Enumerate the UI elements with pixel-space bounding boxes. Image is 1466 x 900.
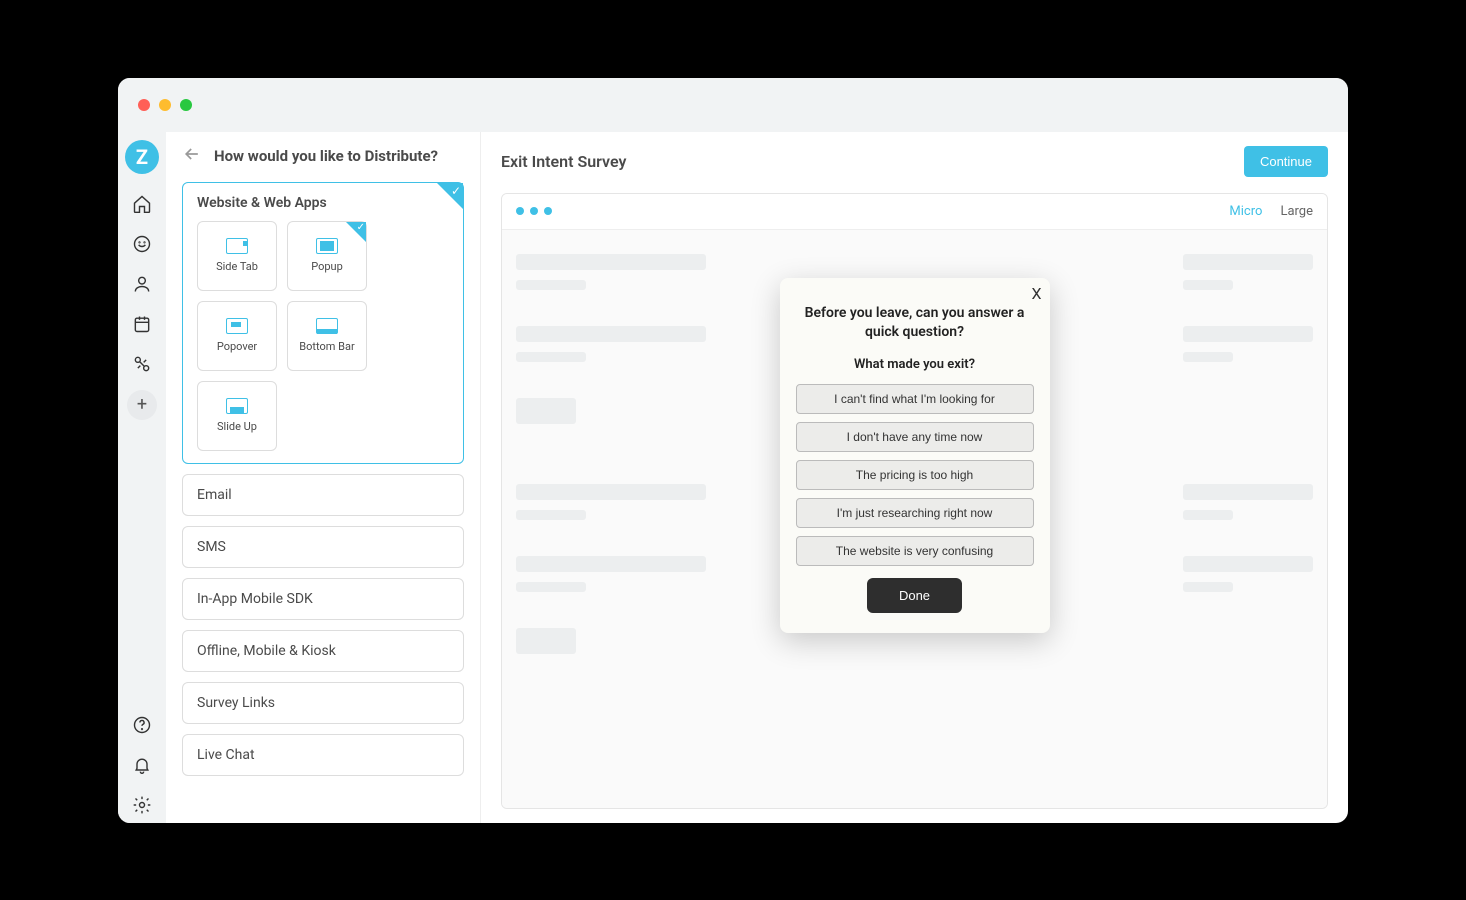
- channel-sms[interactable]: SMS: [182, 526, 464, 568]
- workflow-icon: [132, 354, 152, 374]
- survey-option[interactable]: The pricing is too high: [796, 460, 1034, 490]
- tile-popover[interactable]: Popover: [197, 301, 277, 371]
- survey-option[interactable]: The website is very confusing: [796, 536, 1034, 566]
- tile-label: Popup: [311, 260, 343, 273]
- preview-panel: Exit Intent Survey Continue Micro Large: [481, 132, 1348, 823]
- popup-icon: [316, 238, 338, 254]
- close-button[interactable]: X: [1031, 284, 1041, 303]
- user-icon: [132, 274, 152, 294]
- preview-frame: Micro Large: [501, 193, 1328, 809]
- survey-question: What made you exit?: [796, 357, 1034, 372]
- window-maximize-icon[interactable]: [180, 99, 192, 111]
- tile-label: Side Tab: [216, 260, 258, 273]
- survey-name: Exit Intent Survey: [501, 152, 626, 171]
- channel-links[interactable]: Survey Links: [182, 682, 464, 724]
- channel-label: In-App Mobile SDK: [197, 591, 313, 607]
- distribute-panel: How would you like to Distribute? ✓ Webs…: [166, 132, 481, 823]
- window-minimize-icon[interactable]: [159, 99, 171, 111]
- add-button[interactable]: +: [127, 390, 157, 420]
- slideup-icon: [226, 398, 248, 414]
- back-button[interactable]: [182, 144, 202, 168]
- survey-heading: Before you leave, can you answer a quick…: [804, 304, 1026, 343]
- channel-label: Website & Web Apps: [197, 195, 449, 211]
- channel-label: SMS: [197, 539, 226, 555]
- popover-icon: [226, 318, 248, 334]
- nav-calendar[interactable]: [124, 306, 160, 342]
- gear-icon: [132, 795, 152, 815]
- check-icon: ✓: [357, 222, 365, 233]
- home-icon: [132, 194, 152, 214]
- channel-offline[interactable]: Offline, Mobile & Kiosk: [182, 630, 464, 672]
- nav-integrations[interactable]: [124, 346, 160, 382]
- tile-popup[interactable]: ✓ Popup: [287, 221, 367, 291]
- done-button[interactable]: Done: [867, 578, 962, 613]
- panel-title: How would you like to Distribute?: [214, 147, 438, 165]
- channel-label: Email: [197, 487, 232, 503]
- continue-button[interactable]: Continue: [1244, 146, 1328, 177]
- app-logo[interactable]: Z: [125, 140, 159, 174]
- preview-browser-dots: [516, 207, 552, 215]
- nav-notifications[interactable]: [124, 747, 160, 783]
- feedback-icon: [132, 234, 152, 254]
- window-titlebar: [118, 78, 1348, 132]
- calendar-icon: [132, 314, 152, 334]
- nav-sidebar: Z +: [118, 132, 166, 823]
- survey-popup: X Before you leave, can you answer a qui…: [780, 278, 1050, 633]
- check-icon: ✓: [451, 184, 461, 198]
- survey-option[interactable]: I'm just researching right now: [796, 498, 1034, 528]
- size-tab-large[interactable]: Large: [1280, 204, 1313, 219]
- nav-settings[interactable]: [124, 787, 160, 823]
- arrow-left-icon: [182, 144, 202, 164]
- bell-icon: [132, 755, 152, 775]
- nav-user[interactable]: [124, 266, 160, 302]
- sidetab-icon: [226, 238, 248, 254]
- tile-slide-up[interactable]: Slide Up: [197, 381, 277, 451]
- channel-email[interactable]: Email: [182, 474, 464, 516]
- channel-label: Survey Links: [197, 695, 275, 711]
- tile-label: Bottom Bar: [299, 340, 354, 353]
- nav-feedback[interactable]: [124, 226, 160, 262]
- help-icon: [132, 715, 152, 735]
- tile-bottom-bar[interactable]: Bottom Bar: [287, 301, 367, 371]
- nav-home[interactable]: [124, 186, 160, 222]
- size-tab-micro[interactable]: Micro: [1229, 204, 1262, 219]
- bottombar-icon: [316, 318, 338, 334]
- channel-label: Live Chat: [197, 747, 255, 763]
- survey-option[interactable]: I don't have any time now: [796, 422, 1034, 452]
- close-icon: X: [1031, 284, 1041, 303]
- tile-label: Popover: [217, 340, 257, 353]
- channel-live-chat[interactable]: Live Chat: [182, 734, 464, 776]
- channel-mobile-sdk[interactable]: In-App Mobile SDK: [182, 578, 464, 620]
- channel-website[interactable]: ✓ Website & Web Apps Side Tab ✓ Popup Po…: [182, 182, 464, 464]
- app-window: Z +: [118, 78, 1348, 823]
- survey-option[interactable]: I can't find what I'm looking for: [796, 384, 1034, 414]
- window-close-icon[interactable]: [138, 99, 150, 111]
- tile-side-tab[interactable]: Side Tab: [197, 221, 277, 291]
- channel-label: Offline, Mobile & Kiosk: [197, 643, 336, 659]
- tile-label: Slide Up: [217, 420, 257, 433]
- nav-help[interactable]: [124, 707, 160, 743]
